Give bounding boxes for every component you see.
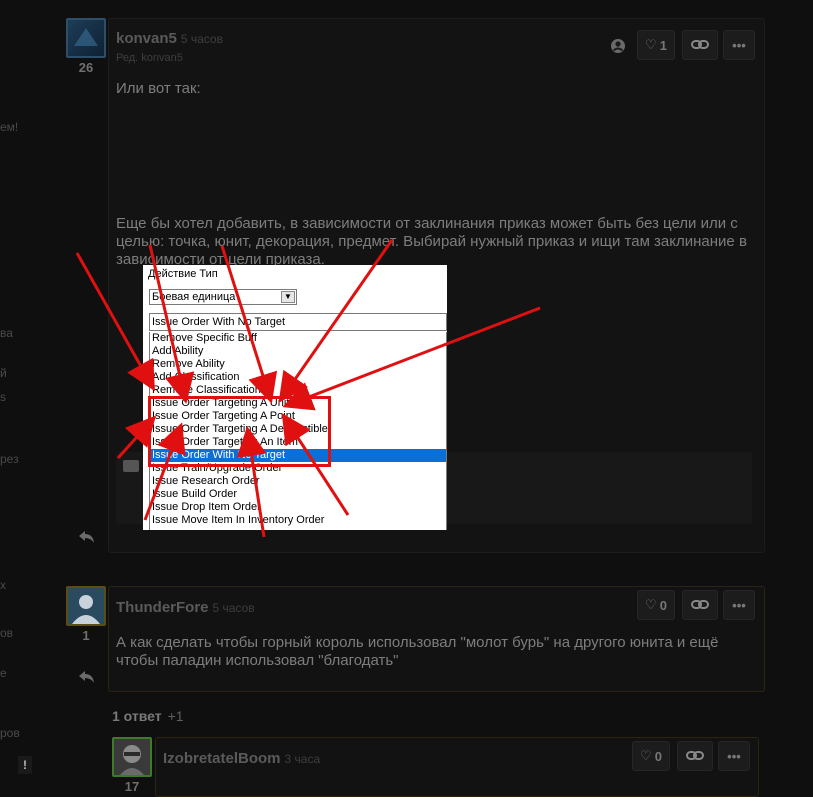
avatar[interactable] [112, 737, 152, 777]
post-time: 5 часов [212, 601, 255, 615]
author-name-text[interactable]: IzobretatelBoom [163, 750, 281, 767]
link-icon [686, 751, 704, 760]
action-list-item[interactable]: Remove Specific Buff [150, 332, 446, 345]
action-list-item[interactable]: Add Ability [150, 345, 446, 358]
like-button[interactable]: ♡ 0 [637, 590, 675, 620]
like-count: 0 [654, 748, 662, 764]
reputation-count: 26 [78, 60, 94, 75]
more-icon: ••• [727, 748, 741, 764]
link-button[interactable] [677, 741, 713, 771]
post-text: Еще бы хотел добавить, в зависимости от … [116, 215, 747, 268]
author-name-text[interactable]: konvan5 [116, 30, 177, 47]
highlight-box [148, 396, 331, 467]
link-icon [691, 40, 709, 49]
user-icon[interactable] [608, 36, 628, 56]
action-type-label: Действие Тип [148, 268, 218, 280]
link-button[interactable] [682, 30, 718, 60]
more-icon: ••• [732, 37, 746, 53]
reputation-count: 1 [82, 628, 90, 643]
combo-value: Issue Order With No Target [152, 316, 286, 328]
post-time: 3 часа [284, 752, 321, 766]
post-time: 5 часов [180, 32, 223, 46]
action-list-item[interactable]: Remove Ability [150, 358, 446, 371]
action-list-item[interactable]: Issue Build Order [150, 488, 446, 501]
folder-icon[interactable] [123, 460, 139, 472]
sidebar-fragment: х [0, 578, 6, 592]
sidebar-fragment: е [0, 666, 7, 680]
reply-icon[interactable] [77, 528, 97, 546]
author-name[interactable]: IzobretatelBoom 3 часа [163, 750, 320, 767]
unit-type-dropdown[interactable]: Боевая единица ▼ [149, 289, 297, 305]
author-name-text[interactable]: ThunderFore [116, 599, 209, 616]
link-button[interactable] [682, 590, 718, 620]
author-name[interactable]: konvan5 5 часов [116, 30, 223, 47]
replies-count[interactable]: 1 ответ [112, 708, 162, 724]
replies-toggle[interactable]: 1 ответ +1 [112, 708, 184, 724]
action-list-item[interactable]: Add Classification [150, 371, 446, 384]
dropdown-value: Боевая единица [152, 291, 236, 303]
sidebar-fragment: ем! [0, 120, 19, 134]
more-button[interactable]: ••• [723, 30, 755, 60]
author-name[interactable]: ThunderFore 5 часов [116, 599, 255, 616]
sidebar-fragment: й [0, 366, 7, 380]
sidebar-fragment: ров [0, 726, 20, 740]
action-list-item[interactable]: Issue Move Item In Inventory Order [150, 514, 446, 527]
action-list-item[interactable]: Issue Research Order [150, 475, 446, 488]
notice-badge[interactable]: ! [18, 756, 32, 774]
sidebar-fragment: ов [0, 626, 14, 640]
like-button[interactable]: ♡ 0 [632, 741, 670, 771]
sidebar-fragment: s [0, 390, 6, 404]
post-text: А как сделать чтобы горный король исполь… [116, 634, 719, 669]
heart-icon: ♡ [645, 37, 657, 52]
more-button[interactable]: ••• [718, 741, 750, 771]
link-icon [691, 600, 709, 609]
reply-icon[interactable] [77, 668, 97, 686]
action-combo[interactable]: Issue Order With No Target [149, 313, 447, 331]
heart-icon: ♡ [640, 748, 652, 763]
like-count: 1 [659, 37, 667, 53]
avatar[interactable] [66, 18, 106, 58]
replies-more[interactable]: +1 [168, 708, 184, 724]
post-text: Или вот так: [116, 80, 201, 97]
sidebar-fragment: ва [0, 326, 13, 340]
like-count: 0 [659, 597, 667, 613]
sidebar-fragment: рез [0, 452, 19, 466]
chevron-down-icon[interactable]: ▼ [281, 291, 295, 303]
avatar[interactable] [66, 586, 106, 626]
more-button[interactable]: ••• [723, 590, 755, 620]
heart-icon: ♡ [645, 597, 657, 612]
edited-note: Ред. konvan5 [116, 52, 183, 64]
action-list-item[interactable]: Issue Drop Item Order [150, 501, 446, 514]
more-icon: ••• [732, 597, 746, 613]
like-button[interactable]: ♡ 1 [637, 30, 675, 60]
